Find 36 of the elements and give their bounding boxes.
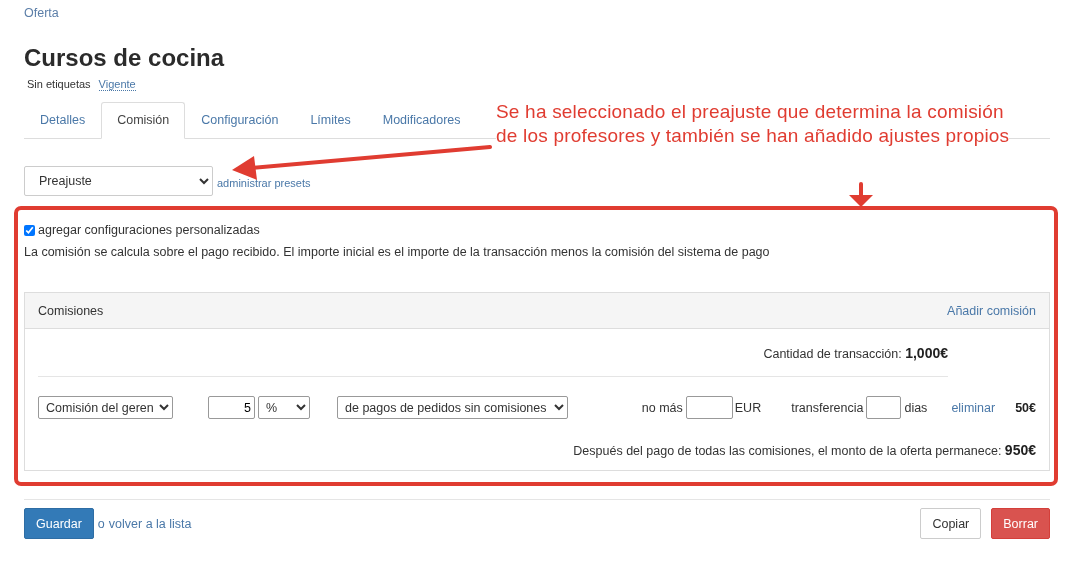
copy-button[interactable]: Copiar <box>920 508 982 539</box>
commission-type-select[interactable]: Comisión del geren <box>38 396 173 419</box>
status-link[interactable]: Vigente <box>98 78 136 91</box>
tab[interactable]: Configuración <box>185 102 295 139</box>
annotation-arrow <box>849 182 873 207</box>
transfer-label: transferencia <box>791 400 864 415</box>
page-title: Cursos de cocina <box>24 44 226 72</box>
tags-label: Sin etiquetas <box>27 78 91 90</box>
add-commission-link[interactable]: Añadir comisión <box>947 303 1036 318</box>
max-label: no más <box>641 400 683 415</box>
back-to-list-link[interactable]: volver a la lista <box>108 516 192 531</box>
delete-button[interactable]: Borrar <box>991 508 1050 539</box>
commission-total: 50€ <box>1015 400 1036 415</box>
custom-settings-checkbox[interactable] <box>24 224 35 236</box>
transaction-amount: Cantidad de transacción: 1,000€ <box>763 345 948 361</box>
max-amount-field[interactable] <box>685 396 733 419</box>
base-select[interactable]: de pagos de pedidos sin comisiones <box>337 396 568 419</box>
tab[interactable]: Comisión <box>101 102 186 139</box>
tab[interactable]: Detalles <box>24 102 102 139</box>
remaining-amount: Después del pago de todas las comisiones, el monto de la oferta permanece: 950€ <box>573 442 1036 458</box>
currency-label: EUR <box>734 400 762 415</box>
save-button[interactable]: Guardar <box>24 508 94 539</box>
days-field[interactable] <box>866 396 902 419</box>
manage-presets-link[interactable]: administrar presets <box>217 177 311 189</box>
days-label: dias <box>904 400 928 415</box>
unit-select[interactable]: % <box>258 396 310 419</box>
commission-note: La comisión se calcula sobre el pago recibido. El importe inicial es el importe de la transacción menos la comisión del sistema de pago <box>24 245 771 259</box>
amount-field[interactable]: 5 <box>208 396 255 419</box>
remove-link[interactable]: eliminar <box>951 400 996 415</box>
custom-settings-label: agregar configuraciones personalizadas <box>38 223 260 237</box>
preset-select[interactable]: Preajuste <box>24 166 213 196</box>
or-text: o <box>97 516 105 531</box>
panel-title: Comisiones <box>38 303 104 318</box>
breadcrumb-link[interactable]: Oferta <box>24 6 59 20</box>
tab[interactable]: Límites <box>294 102 367 139</box>
tab[interactable]: Modificadores <box>366 102 477 139</box>
